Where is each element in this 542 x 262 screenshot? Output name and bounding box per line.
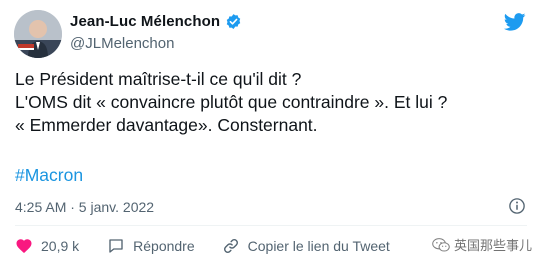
watermark: 英国那些事儿 xyxy=(432,235,532,254)
reply-label: Répondre xyxy=(133,238,195,254)
tweet-line: Le Président maîtrise-t-il ce qu'il dit … xyxy=(15,69,302,89)
reply-button[interactable]: Répondre xyxy=(107,237,195,255)
copy-link-button[interactable]: Copier le lien du Tweet xyxy=(222,237,390,255)
like-button[interactable]: 20,9 k xyxy=(15,237,79,255)
tweet-line: L'OMS dit « convaincre plutôt que contra… xyxy=(15,92,448,112)
like-count: 20,9 k xyxy=(41,238,80,254)
action-bar: 20,9 k Répondre Copier le lien du Tweet xyxy=(15,237,414,255)
tweet-body: Le Président maîtrise-t-il ce qu'il dit … xyxy=(15,68,527,137)
copy-link-label: Copier le lien du Tweet xyxy=(247,238,390,254)
author-name-row: Jean-Luc Mélenchon xyxy=(70,13,242,30)
info-icon[interactable] xyxy=(508,197,526,215)
watermark-text: 英国那些事儿 xyxy=(453,238,532,253)
heart-icon xyxy=(16,239,32,254)
tweet-line: « Emmerder davantage». Consternant. xyxy=(15,115,318,135)
link-icon xyxy=(223,239,238,253)
author-handle[interactable]: @JLMelenchon xyxy=(70,35,174,52)
divider xyxy=(15,225,527,226)
wechat-icon xyxy=(432,237,450,252)
verified-badge-icon xyxy=(226,14,241,29)
tweet-timestamp[interactable]: 4:25 AM · 5 janv. 2022 xyxy=(15,199,154,215)
author-name[interactable]: Jean-Luc Mélenchon xyxy=(70,13,220,30)
speech-bubble-icon xyxy=(109,239,123,253)
avatar-portrait xyxy=(14,10,62,58)
author-avatar[interactable] xyxy=(14,10,62,58)
hashtag-link[interactable]: #Macron xyxy=(15,165,83,186)
twitter-bird-icon[interactable] xyxy=(504,13,526,31)
